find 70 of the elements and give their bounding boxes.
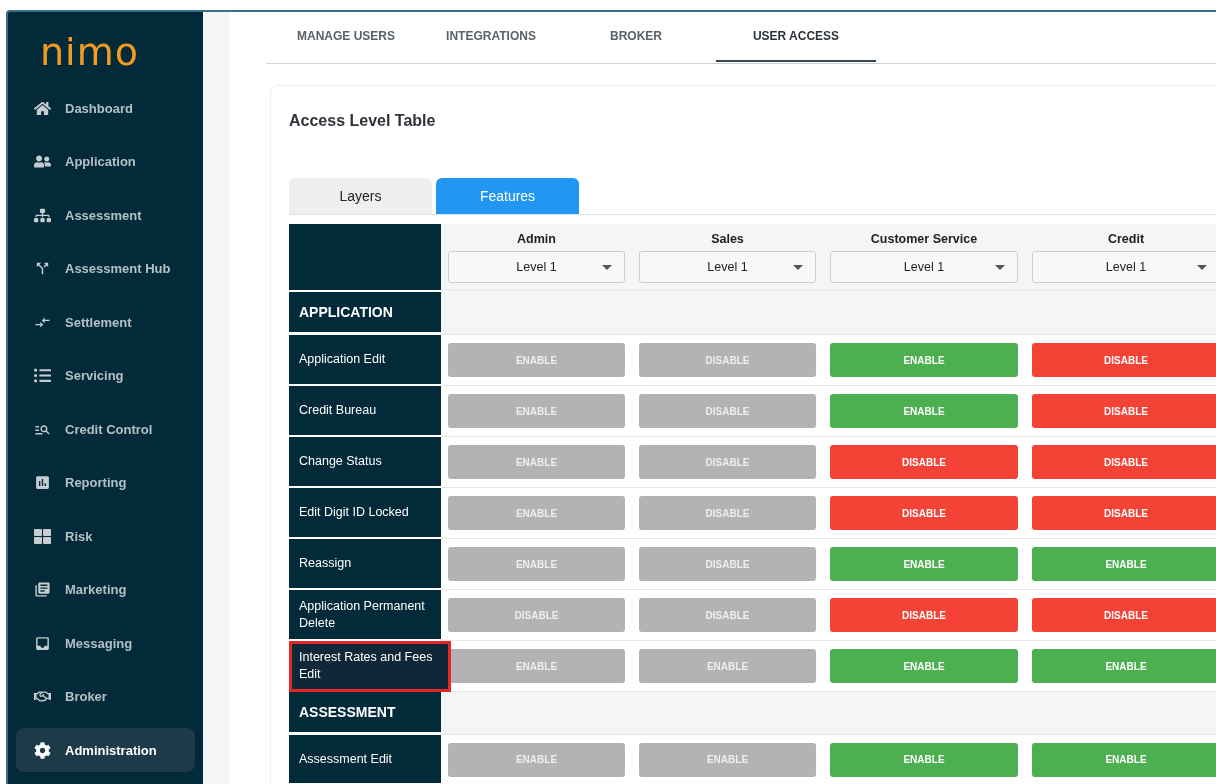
list-icon — [34, 367, 51, 384]
level-select[interactable]: Level 1 — [1032, 250, 1216, 283]
sidebar-item[interactable]: Reporting — [16, 460, 195, 505]
documents-icon — [34, 581, 51, 598]
tab[interactable]: Features — [436, 178, 579, 214]
people-icon — [34, 153, 51, 170]
access-toggle-button[interactable]: DISABLE — [1032, 598, 1216, 632]
access-toggle-button[interactable]: DISABLE — [830, 598, 1018, 632]
access-toggle-button[interactable]: ENABLE — [830, 343, 1018, 377]
access-toggle-button[interactable]: ENABLE — [830, 742, 1018, 777]
card-title: Access Level Table — [289, 111, 437, 131]
feature-label: Assessment Edit — [289, 735, 441, 784]
sidebar-item[interactable]: Risk — [16, 514, 195, 558]
sidebar-item[interactable]: Assessment — [16, 193, 195, 237]
column-title: Admin — [517, 231, 556, 246]
logo: nimo — [39, 29, 140, 76]
access-toggle-button[interactable]: DISABLE — [1032, 445, 1216, 479]
tab[interactable]: INTEGRATIONS — [426, 12, 556, 62]
access-toggle-button[interactable]: DISABLE — [830, 496, 1018, 530]
sidebar-item[interactable]: Dashboard — [16, 86, 195, 130]
sidebar-item[interactable]: Application — [16, 139, 195, 184]
access-toggle-button[interactable]: ENABLE — [830, 547, 1018, 581]
tab[interactable]: MANAGE USERS — [266, 12, 426, 62]
access-toggle-button[interactable]: DISABLE — [1032, 496, 1216, 530]
sidebar-item[interactable]: Marketing — [16, 567, 195, 612]
feature-label: Edit Digit ID Locked — [289, 488, 441, 539]
feature-label: Credit Bureau — [289, 386, 441, 437]
level-select[interactable]: Level 1 — [830, 250, 1018, 283]
tab[interactable]: USER ACCESS — [716, 12, 876, 62]
branch-icon — [34, 260, 51, 277]
sidebar-item[interactable]: Settlement — [16, 300, 195, 344]
access-toggle-button[interactable]: ENABLE — [1032, 649, 1216, 683]
feature-label: Application Permanent Delete — [289, 590, 441, 641]
access-toggle-button[interactable]: DISABLE — [1032, 394, 1216, 428]
access-toggle-button[interactable]: DISABLE — [830, 445, 1018, 479]
settings-icon — [34, 741, 51, 759]
sidebar-item[interactable]: Assessment Hub — [16, 246, 195, 291]
caret-icon — [995, 264, 1005, 270]
access-toggle-button[interactable]: ENABLE — [1032, 742, 1216, 777]
sidebar-item[interactable]: Messaging — [16, 621, 195, 665]
caret-icon — [793, 264, 803, 270]
home-icon — [34, 99, 51, 117]
column-title: Customer Service — [870, 231, 978, 246]
hierarchy-icon — [34, 206, 51, 224]
tab[interactable]: BROKER — [556, 12, 716, 62]
grid-icon — [34, 527, 51, 545]
feature-label: Application Edit — [289, 335, 441, 386]
feature-label: Reassign — [289, 539, 441, 590]
sidebar-item[interactable]: Servicing — [16, 353, 195, 398]
column-title: Sales — [711, 231, 744, 246]
sidebar-item[interactable]: Broker — [16, 674, 195, 719]
section-label: ASSESSMENT — [289, 692, 441, 734]
level-select[interactable]: Level 1 — [639, 250, 816, 283]
sidebar-item[interactable]: Credit Control — [16, 407, 195, 451]
sidebar-item[interactable]: Administration — [16, 728, 195, 772]
bar-chart-icon — [34, 474, 51, 491]
feature-label: Change Status — [289, 437, 441, 488]
caret-icon — [1197, 264, 1207, 270]
level-select[interactable]: Level 1 — [448, 250, 625, 283]
inbox-icon — [34, 634, 51, 652]
column-title: Credit — [1107, 231, 1145, 246]
feature-label: Interest Rates and Fees Edit — [289, 641, 451, 692]
access-toggle-button[interactable]: ENABLE — [830, 394, 1018, 428]
access-toggle-button[interactable]: DISABLE — [1032, 343, 1216, 377]
handshake-icon — [34, 688, 51, 705]
section-label: APPLICATION — [289, 292, 441, 334]
caret-icon — [602, 264, 612, 270]
access-toggle-button[interactable]: ENABLE — [830, 649, 1018, 683]
access-toggle-button[interactable]: ENABLE — [1032, 547, 1216, 581]
tab[interactable]: Layers — [289, 178, 432, 214]
